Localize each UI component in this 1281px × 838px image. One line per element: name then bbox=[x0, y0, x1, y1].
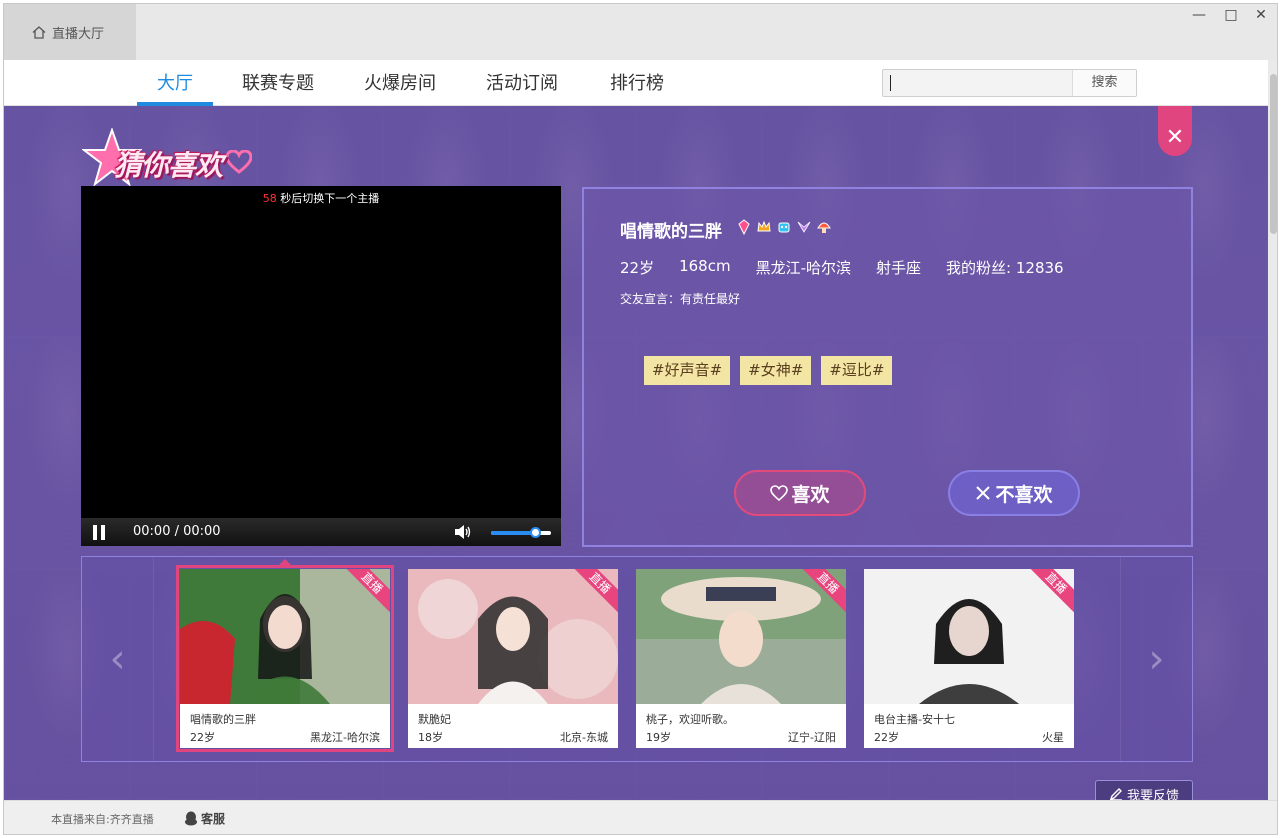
anchor-zodiac: 射手座 bbox=[876, 259, 922, 277]
search-box: 搜索 bbox=[882, 69, 1137, 97]
anchor-card[interactable]: 直播 电台主播-安十七 22岁 火星 bbox=[864, 569, 1074, 748]
volume-slider[interactable] bbox=[491, 527, 551, 538]
dislike-label: 不喜欢 bbox=[995, 483, 1053, 506]
close-panel-button[interactable]: ✕ bbox=[1158, 106, 1192, 156]
wings-badge-icon bbox=[797, 221, 811, 233]
customer-service-link[interactable]: 客服 bbox=[184, 810, 225, 827]
card-location: 火星 bbox=[1042, 731, 1064, 744]
anchor-carousel: ‹ 直播 唱情歌的三胖 22岁 黑龙江-哈尔滨 直播 默脆妃 18岁 北京-东城… bbox=[81, 556, 1193, 762]
maximize-button[interactable]: □ bbox=[1216, 4, 1246, 26]
gem-badge-icon bbox=[738, 219, 750, 235]
close-icon: ✕ bbox=[1165, 125, 1185, 150]
anchor-name: 唱情歌的三胖 bbox=[620, 222, 722, 242]
x-icon bbox=[976, 486, 991, 500]
title-bar: 直播大厅 — □ ✕ bbox=[4, 4, 1277, 60]
footer: 本直播来自:齐齐直播 客服 bbox=[4, 800, 1277, 834]
nav-tab-hot-rooms[interactable]: 火爆房间 bbox=[362, 60, 438, 106]
anchor-height: 168cm bbox=[679, 257, 731, 275]
card-age: 22岁 bbox=[190, 731, 215, 744]
card-name: 电台主播-安十七 bbox=[874, 713, 955, 726]
tag-goddess[interactable]: #女神# bbox=[740, 356, 812, 385]
like-label: 喜欢 bbox=[791, 483, 830, 506]
search-button[interactable]: 搜索 bbox=[1073, 70, 1136, 96]
close-icon: ✕ bbox=[1255, 7, 1267, 23]
maximize-icon: □ bbox=[1224, 7, 1238, 23]
anchor-card[interactable]: 直播 唱情歌的三胖 22岁 黑龙江-哈尔滨 bbox=[176, 559, 394, 752]
countdown-seconds: 58 bbox=[262, 192, 277, 205]
heart-icon bbox=[226, 150, 252, 174]
card-location: 辽宁-辽阳 bbox=[788, 731, 836, 744]
scrollbar-thumb[interactable] bbox=[1270, 74, 1277, 234]
volume-knob[interactable] bbox=[530, 527, 541, 538]
close-window-button[interactable]: ✕ bbox=[1246, 4, 1276, 26]
minimize-button[interactable]: — bbox=[1184, 4, 1214, 26]
nav-bar: 大厅 联赛专题 火爆房间 活动订阅 排行榜 搜索 bbox=[4, 60, 1277, 106]
nav-tab-league[interactable]: 联赛专题 bbox=[240, 60, 316, 106]
crown-badge-icon bbox=[757, 220, 771, 232]
source-note: 本直播来自:齐齐直播 bbox=[51, 813, 154, 826]
switch-countdown: 58 秒后切换下一个主播 bbox=[81, 190, 561, 206]
tag-funny[interactable]: #逗比# bbox=[821, 356, 893, 385]
timecode: 00:00 / 00:00 bbox=[133, 524, 221, 539]
live-ribbon: 直播 bbox=[1030, 569, 1074, 613]
logo-text: 猜你喜欢 bbox=[114, 149, 223, 182]
chevron-left-icon: ‹ bbox=[109, 636, 126, 682]
nav-tab-subscriptions[interactable]: 活动订阅 bbox=[484, 60, 560, 106]
carousel-prev-button[interactable]: ‹ bbox=[82, 557, 154, 761]
home-icon bbox=[32, 25, 46, 39]
card-age: 19岁 bbox=[646, 731, 671, 744]
nav-tab-hall[interactable]: 大厅 bbox=[137, 60, 213, 106]
customer-service-label: 客服 bbox=[201, 812, 226, 826]
tag-good-voice[interactable]: #好声音# bbox=[644, 356, 731, 385]
chevron-right-icon: › bbox=[1148, 636, 1165, 682]
feedback-button[interactable]: 我要反馈 bbox=[1095, 780, 1193, 800]
anchor-tags: #好声音# #女神# #逗比# bbox=[644, 356, 893, 385]
live-ribbon: 直播 bbox=[574, 569, 618, 613]
text-caret bbox=[890, 75, 891, 91]
pause-button[interactable] bbox=[93, 525, 105, 540]
recommend-panel: 猜你喜欢 ✕ 58 秒后切换下一个主播 00:00 / 00:00 唱情歌的三胖… bbox=[4, 106, 1268, 800]
card-location: 北京-东城 bbox=[560, 731, 608, 744]
anchor-fans: 我的粉丝: 12836 bbox=[946, 259, 1064, 277]
card-name: 唱情歌的三胖 bbox=[190, 713, 256, 726]
penguin-icon bbox=[185, 811, 197, 826]
anchor-age: 22岁 bbox=[620, 259, 655, 277]
volume-icon[interactable] bbox=[454, 524, 472, 540]
minimize-icon: — bbox=[1192, 7, 1206, 23]
card-age: 18岁 bbox=[418, 731, 443, 744]
anchor-motto: 交友宣言：有责任最好 bbox=[620, 292, 741, 306]
selected-pointer bbox=[277, 559, 293, 567]
dislike-button[interactable]: 不喜欢 bbox=[948, 470, 1080, 516]
carousel-next-button[interactable]: › bbox=[1120, 557, 1192, 761]
countdown-text: 秒后切换下一个主播 bbox=[280, 192, 380, 205]
anchor-card[interactable]: 直播 桃子，欢迎听歌。 19岁 辽宁-辽阳 bbox=[636, 569, 846, 748]
anchor-card[interactable]: 直播 默脆妃 18岁 北京-东城 bbox=[408, 569, 618, 748]
search-input[interactable] bbox=[883, 70, 1073, 96]
robot-badge-icon bbox=[778, 222, 790, 233]
card-age: 22岁 bbox=[874, 731, 899, 744]
tab-live-hall-label: 直播大厅 bbox=[52, 26, 105, 42]
anchor-meta: 22岁 168cm 黑龙江-哈尔滨 射手座 我的粉丝: 12836 bbox=[620, 257, 1089, 278]
card-name: 桃子，欢迎听歌。 bbox=[646, 713, 734, 726]
anchor-location: 黑龙江-哈尔滨 bbox=[755, 259, 852, 277]
card-name: 默脆妃 bbox=[418, 713, 451, 726]
card-location: 黑龙江-哈尔滨 bbox=[310, 731, 380, 744]
player-controls: 00:00 / 00:00 bbox=[81, 518, 561, 546]
live-ribbon: 直播 bbox=[802, 569, 846, 613]
tab-live-hall[interactable]: 直播大厅 bbox=[4, 4, 136, 60]
like-button[interactable]: 喜欢 bbox=[734, 470, 866, 516]
anchor-info-panel: 唱情歌的三胖 22岁 168cm 黑龙江-哈尔滨 射手座 我的粉丝: 12836… bbox=[582, 187, 1193, 547]
app-window: 直播大厅 — □ ✕ 大厅 联赛专题 火爆房间 活动订阅 排行榜 搜索 猜你喜欢… bbox=[3, 3, 1278, 835]
nav-tab-ranking[interactable]: 排行榜 bbox=[604, 60, 670, 106]
vertical-scrollbar[interactable] bbox=[1268, 60, 1277, 800]
anchor-badges bbox=[736, 219, 832, 235]
pencil-icon bbox=[1109, 788, 1122, 800]
heart-outline-icon bbox=[770, 485, 789, 501]
feedback-label: 我要反馈 bbox=[1126, 788, 1179, 801]
live-ribbon: 直播 bbox=[346, 569, 390, 613]
mushroom-badge-icon bbox=[817, 222, 831, 233]
video-player[interactable]: 58 秒后切换下一个主播 00:00 / 00:00 bbox=[81, 186, 561, 546]
